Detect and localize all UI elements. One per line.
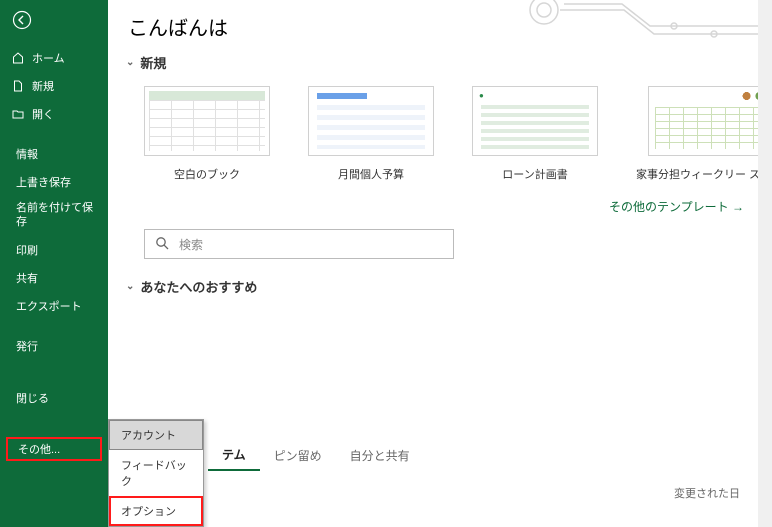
section-label: 新規 (140, 53, 166, 72)
template-caption: 空白のブック (144, 166, 270, 182)
nav-new[interactable]: 新規 (0, 72, 108, 100)
back-button[interactable] (6, 4, 38, 36)
vertical-scrollbar[interactable] (758, 0, 772, 527)
section-label: あなたへのおすすめ (140, 277, 257, 296)
popup-options[interactable]: オプション (109, 496, 203, 526)
section-new-header[interactable]: ⌄ 新規 (108, 47, 772, 78)
nav-label: 開く (32, 106, 54, 122)
template-chore[interactable]: 家事分担ウィークリー スケジュ… (636, 86, 772, 182)
nav-share[interactable]: 共有 (0, 264, 108, 292)
tab-pinned[interactable]: ピン留め (260, 441, 336, 470)
nav-label: エクスポート (16, 298, 82, 314)
template-loan[interactable]: ローン計画書 (472, 86, 598, 182)
search-input[interactable]: 検索 (144, 229, 454, 259)
tab-label: ピン留め (274, 449, 322, 463)
nav-more[interactable]: その他... (6, 437, 102, 461)
chevron-down-icon: ⌄ (126, 57, 134, 68)
template-caption: 月間個人予算 (308, 166, 434, 182)
tab-recent[interactable]: テム (208, 440, 260, 471)
template-thumbnail (472, 86, 598, 156)
popup-account[interactable]: アカウント (109, 420, 203, 450)
more-popup-menu: アカウント フィードバック オプション (108, 419, 204, 527)
template-gallery: 空白のブック 月間個人予算 ローン計画書 家事分担ウィークリー スケジュ… (108, 78, 772, 192)
nav-close[interactable]: 閉じる (0, 384, 108, 412)
recent-tabs: テム ピン留め 自分と共有 (108, 440, 758, 471)
template-caption: ローン計画書 (472, 166, 598, 182)
modified-date-header: 変更された日 (674, 485, 740, 501)
template-blank[interactable]: 空白のブック (144, 86, 270, 182)
tab-label: 自分と共有 (350, 449, 410, 463)
nav-info[interactable]: 情報 (0, 140, 108, 168)
nav-label: その他... (18, 441, 60, 457)
popup-label: オプション (121, 506, 176, 518)
template-thumbnail (648, 86, 772, 156)
popup-label: フィードバック (121, 460, 187, 488)
nav-label: 上書き保存 (16, 174, 71, 190)
nav-export[interactable]: エクスポート (0, 292, 108, 320)
popup-feedback[interactable]: フィードバック (109, 450, 203, 496)
nav-label: ホーム (32, 50, 65, 66)
nav-label: 情報 (16, 146, 38, 162)
decorative-circuit-icon (514, 0, 764, 38)
folder-open-icon (10, 108, 26, 120)
more-templates-link[interactable]: その他のテンプレート → (108, 192, 772, 225)
nav-label: 印刷 (16, 242, 38, 258)
nav-label: 発行 (16, 338, 38, 354)
nav-label: 共有 (16, 270, 38, 286)
document-icon (10, 80, 26, 92)
nav-label: 閉じる (16, 390, 49, 406)
nav-publish[interactable]: 発行 (0, 332, 108, 360)
nav-open[interactable]: 開く (0, 100, 108, 128)
template-thumbnail (308, 86, 434, 156)
nav-label: 新規 (32, 78, 54, 94)
template-caption: 家事分担ウィークリー スケジュ… (636, 166, 772, 182)
search-icon (155, 236, 169, 253)
popup-label: アカウント (121, 430, 176, 442)
nav-home[interactable]: ホーム (0, 44, 108, 72)
home-icon (10, 52, 26, 64)
chevron-down-icon: ⌄ (126, 281, 134, 292)
nav-save[interactable]: 上書き保存 (0, 168, 108, 196)
nav-print[interactable]: 印刷 (0, 236, 108, 264)
backstage-sidebar: ホーム 新規 開く 情報 上書き保存 名前を付けて保存 印刷 共有 エクスポート… (0, 0, 108, 527)
nav-saveas[interactable]: 名前を付けて保存 (0, 196, 108, 236)
template-budget[interactable]: 月間個人予算 (308, 86, 434, 182)
tab-label: テム (222, 448, 246, 462)
section-recommended-header[interactable]: ⌄ あなたへのおすすめ (108, 271, 772, 302)
tab-shared[interactable]: 自分と共有 (336, 441, 424, 470)
nav-label: 名前を付けて保存 (16, 202, 98, 230)
search-placeholder: 検索 (179, 236, 203, 253)
template-thumbnail (144, 86, 270, 156)
